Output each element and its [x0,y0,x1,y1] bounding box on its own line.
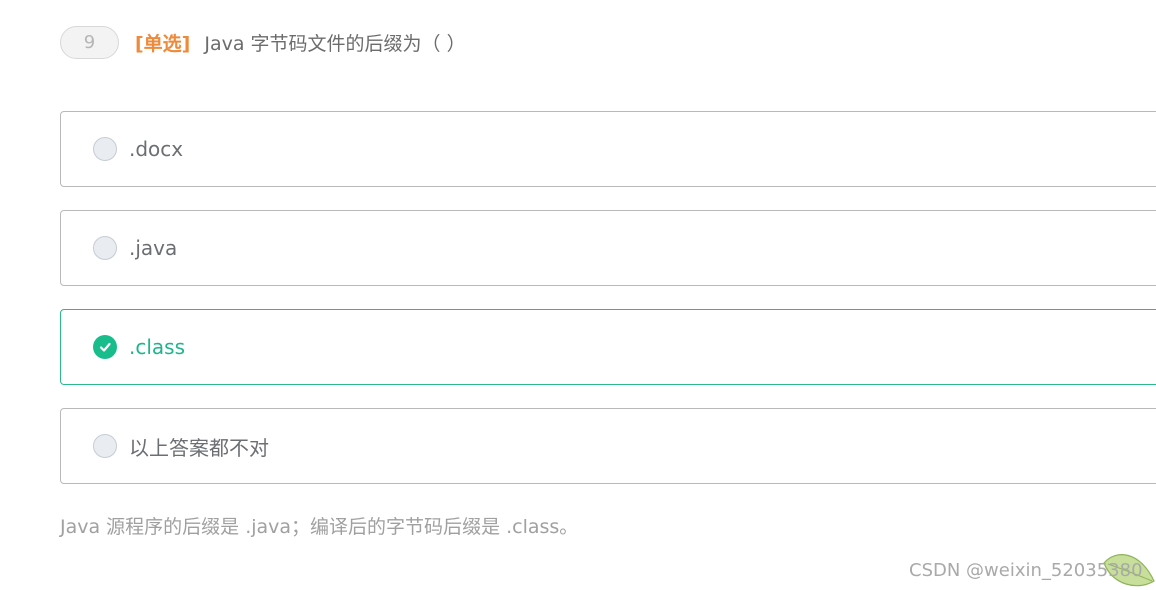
radio-empty-icon[interactable] [93,434,117,458]
quiz-page: 9 [单选] Java 字节码文件的后缀为（ ） .docx .java .cl… [0,0,1156,590]
radio-empty-icon[interactable] [93,137,117,161]
option-label: .docx [129,137,184,161]
option-label: .java [129,236,178,260]
option-class[interactable]: .class [60,309,1156,385]
option-docx[interactable]: .docx [60,111,1156,187]
csdn-watermark: CSDN @weixin_52035380 [909,560,1143,581]
question-header: 9 [单选] Java 字节码文件的后缀为（ ） [60,25,466,60]
check-circle-icon[interactable] [93,335,117,359]
radio-empty-icon[interactable] [93,236,117,260]
question-type-label: [单选] [135,33,191,55]
question-number-badge: 9 [60,26,119,59]
question-text: Java 字节码文件的后缀为（ ） [204,33,466,55]
option-java[interactable]: .java [60,210,1156,286]
option-label: .class [129,335,186,359]
option-label: 以上答案都不对 [129,435,269,460]
option-none-of-above[interactable]: 以上答案都不对 [60,408,1156,484]
answer-explanation: Java 源程序的后缀是 .java；编译后的字节码后缀是 .class。 [60,516,579,538]
